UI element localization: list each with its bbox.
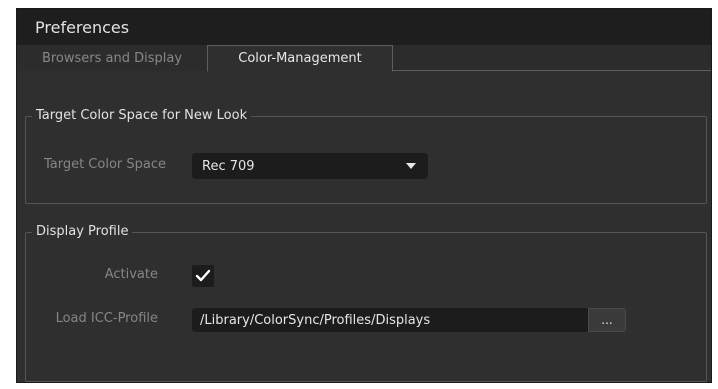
checkmark-icon [195, 269, 211, 282]
tab-browsers-and-display[interactable]: Browsers and Display [17, 45, 207, 71]
target-color-space-label: Target Color Space [43, 157, 166, 172]
title-bar: Preferences [17, 9, 711, 45]
tab-color-management[interactable]: Color-Management [207, 45, 393, 72]
load-icc-profile-label: Load ICC-Profile [55, 311, 158, 326]
activate-checkbox[interactable] [192, 265, 214, 287]
preferences-window: Preferences Browsers and Display Color-M… [16, 8, 712, 383]
chevron-down-icon [406, 163, 416, 169]
target-color-space-select[interactable]: Rec 709 [192, 153, 428, 179]
activate-label: Activate [104, 267, 158, 282]
tab-bar: Browsers and Display Color-Management [17, 45, 711, 72]
target-color-space-value: Rec 709 [202, 158, 255, 174]
window-title: Preferences [35, 17, 130, 37]
target-color-space-group: Target Color Space for New Look Target C… [25, 107, 707, 204]
browse-button[interactable]: ... [588, 308, 626, 332]
display-profile-group: Display Profile Activate Load ICC-Profil… [25, 223, 707, 382]
display-group-title: Display Profile [32, 223, 133, 241]
icc-profile-path-field[interactable]: /Library/ColorSync/Profiles/Displays [192, 308, 588, 332]
target-group-title: Target Color Space for New Look [32, 107, 252, 125]
